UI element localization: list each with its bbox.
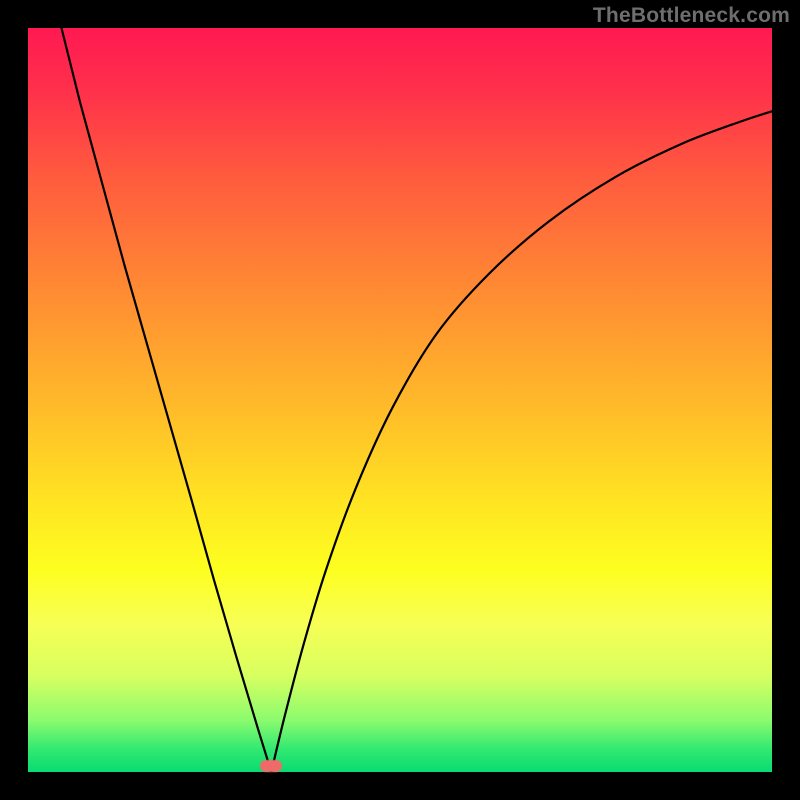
- watermark-caption: TheBottleneck.com: [593, 4, 790, 28]
- chart-outer-frame: TheBottleneck.com: [0, 0, 800, 800]
- plot-area: [28, 28, 772, 772]
- min-point-marker: [260, 760, 282, 772]
- curve-path: [61, 28, 772, 772]
- bottleneck-curve: [28, 28, 772, 772]
